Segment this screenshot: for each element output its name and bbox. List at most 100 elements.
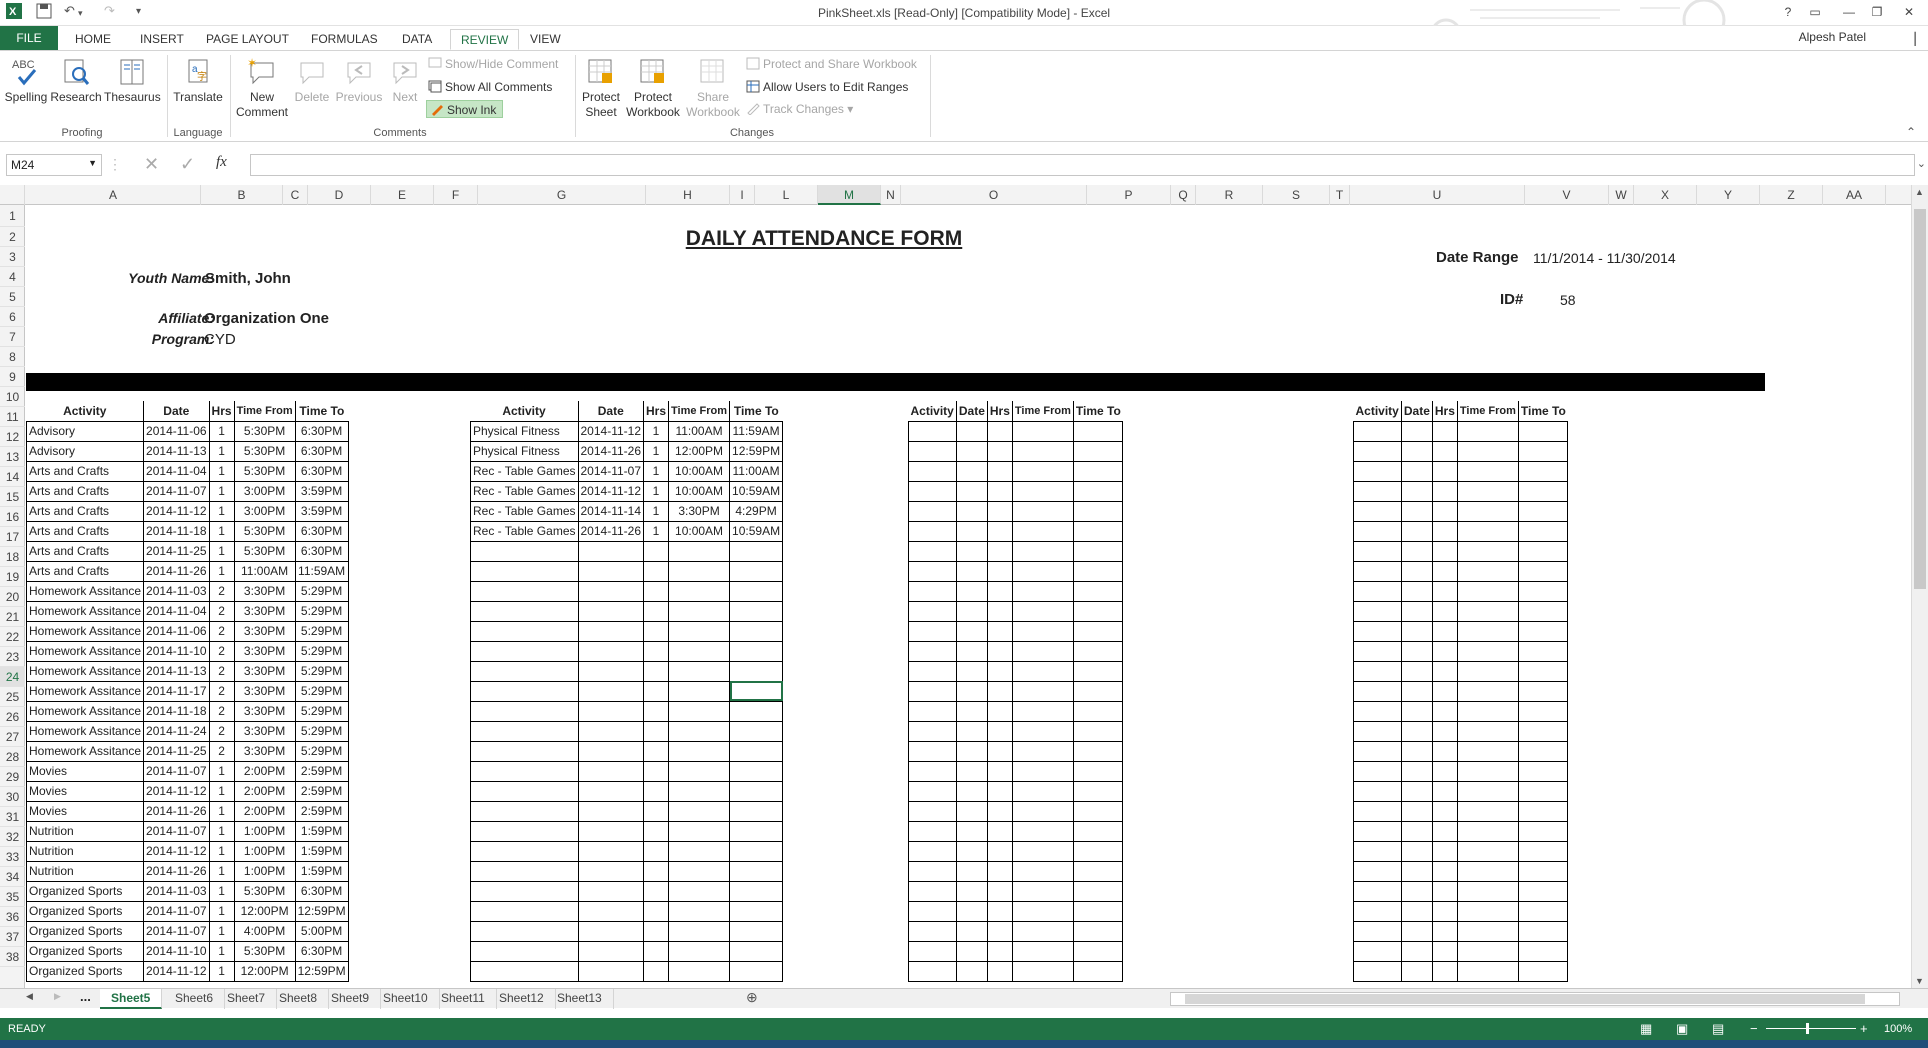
scroll-down-icon[interactable]: ▼ xyxy=(1915,976,1924,986)
table-cell[interactable] xyxy=(955,540,988,562)
table-cell[interactable]: 4:00PM xyxy=(233,920,296,942)
table-cell[interactable] xyxy=(1353,940,1402,962)
table-cell[interactable] xyxy=(668,680,731,702)
row-header-34[interactable]: 34 xyxy=(0,867,25,887)
table-cell[interactable] xyxy=(908,480,957,502)
table-cell[interactable]: 1:59PM xyxy=(294,820,349,842)
table-cell[interactable] xyxy=(1517,860,1569,882)
row-header-18[interactable]: 18 xyxy=(0,547,25,567)
table-cell[interactable] xyxy=(908,720,957,742)
table-cell[interactable] xyxy=(955,900,988,922)
table-cell[interactable] xyxy=(577,620,644,642)
table-cell[interactable]: 2014-11-07 xyxy=(143,920,210,942)
table-cell[interactable] xyxy=(986,440,1013,462)
table-cell[interactable] xyxy=(577,820,644,842)
table-cell[interactable]: Homework Assitance xyxy=(25,600,145,622)
table-cell[interactable] xyxy=(1431,420,1458,442)
sheet-tab-sheet13[interactable]: Sheet13 xyxy=(546,989,614,1009)
table-cell[interactable] xyxy=(642,560,670,582)
table-cell[interactable] xyxy=(1400,660,1433,682)
table-cell[interactable]: 2014-11-26 xyxy=(143,800,210,822)
table-cell[interactable] xyxy=(1431,460,1458,482)
table-cell[interactable] xyxy=(1456,900,1519,922)
table-cell[interactable] xyxy=(729,540,784,562)
table-cell[interactable] xyxy=(1011,740,1074,762)
show-hide-comment-button[interactable]: Show/Hide Comment xyxy=(428,55,558,73)
table-cell[interactable] xyxy=(668,960,731,982)
table-cell[interactable] xyxy=(1431,960,1458,982)
table-cell[interactable]: Arts and Crafts xyxy=(25,460,145,482)
table-cell[interactable] xyxy=(729,640,784,662)
table-header-cell[interactable]: Hrs xyxy=(987,401,1013,422)
table-cell[interactable] xyxy=(1011,940,1074,962)
table-cell[interactable]: 2 xyxy=(208,700,235,722)
column-header-n[interactable]: N xyxy=(881,185,901,205)
table-cell[interactable]: 2014-11-17 xyxy=(143,680,210,702)
table-cell[interactable] xyxy=(1353,720,1402,742)
table-cell[interactable] xyxy=(1431,760,1458,782)
table-cell[interactable]: Rec - Table Games xyxy=(470,500,579,522)
table-cell[interactable] xyxy=(642,960,670,982)
table-cell[interactable]: 12:59PM xyxy=(294,960,349,982)
table-cell[interactable]: 12:59PM xyxy=(294,900,349,922)
table-cell[interactable] xyxy=(908,900,957,922)
table-cell[interactable] xyxy=(955,580,988,602)
table-cell[interactable] xyxy=(1011,560,1074,582)
table-cell[interactable] xyxy=(577,720,644,742)
table-cell[interactable] xyxy=(1353,460,1402,482)
table-cell[interactable]: 2:00PM xyxy=(233,800,296,822)
table-cell[interactable] xyxy=(470,860,579,882)
row-header-14[interactable]: 14 xyxy=(0,467,25,487)
thesaurus-button[interactable]: Thesaurus xyxy=(104,57,161,105)
table-cell[interactable] xyxy=(577,920,644,942)
table-cell[interactable] xyxy=(908,520,957,542)
close-button[interactable]: ✕ xyxy=(1896,2,1922,22)
table-cell[interactable]: Rec - Table Games xyxy=(470,480,579,502)
table-cell[interactable]: 2014-11-12 xyxy=(143,960,210,982)
table-cell[interactable]: Arts and Crafts xyxy=(25,500,145,522)
table-cell[interactable] xyxy=(668,720,731,742)
cancel-entry-icon[interactable]: ✕ xyxy=(144,154,159,175)
table-header-cell[interactable]: Time From xyxy=(1012,401,1074,422)
table-cell[interactable] xyxy=(642,660,670,682)
table-cell[interactable]: 3:59PM xyxy=(294,500,349,522)
table-cell[interactable] xyxy=(1400,420,1433,442)
table-cell[interactable] xyxy=(577,680,644,702)
table-cell[interactable] xyxy=(668,880,731,902)
spelling-button[interactable]: ABC Spelling xyxy=(4,57,48,105)
row-header-38[interactable]: 38 xyxy=(0,947,25,967)
row-header-37[interactable]: 37 xyxy=(0,927,25,947)
table-cell[interactable] xyxy=(729,700,784,722)
table-cell[interactable] xyxy=(986,620,1013,642)
table-cell[interactable] xyxy=(908,420,957,442)
table-cell[interactable] xyxy=(642,900,670,922)
table-header-cell[interactable]: Time From xyxy=(234,401,296,422)
table-cell[interactable] xyxy=(986,540,1013,562)
table-cell[interactable] xyxy=(1400,460,1433,482)
table-cell[interactable]: 1 xyxy=(642,460,670,482)
table-header-cell[interactable]: Time To xyxy=(295,401,349,422)
table-cell[interactable] xyxy=(1400,960,1433,982)
table-cell[interactable] xyxy=(642,920,670,942)
table-cell[interactable] xyxy=(908,660,957,682)
table-cell[interactable]: 3:30PM xyxy=(233,640,296,662)
table-cell[interactable] xyxy=(908,680,957,702)
table-cell[interactable] xyxy=(986,700,1013,722)
table-cell[interactable]: Rec - Table Games xyxy=(470,520,579,542)
table-cell[interactable] xyxy=(668,800,731,822)
table-cell[interactable] xyxy=(729,740,784,762)
table-cell[interactable]: Organized Sports xyxy=(25,920,145,942)
previous-comment-button[interactable]: Previous xyxy=(334,57,384,105)
table-cell[interactable] xyxy=(1072,800,1124,822)
table-cell[interactable] xyxy=(642,740,670,762)
table-cell[interactable] xyxy=(1431,700,1458,722)
column-header-r[interactable]: R xyxy=(1196,185,1263,205)
row-header-15[interactable]: 15 xyxy=(0,487,25,507)
table-cell[interactable] xyxy=(908,760,957,782)
table-cell[interactable] xyxy=(470,680,579,702)
table-cell[interactable] xyxy=(577,740,644,762)
table-cell[interactable] xyxy=(1517,760,1569,782)
table-cell[interactable] xyxy=(577,540,644,562)
share-workbook-button[interactable]: Share Workbook xyxy=(684,57,742,120)
row-header-22[interactable]: 22 xyxy=(0,627,25,647)
